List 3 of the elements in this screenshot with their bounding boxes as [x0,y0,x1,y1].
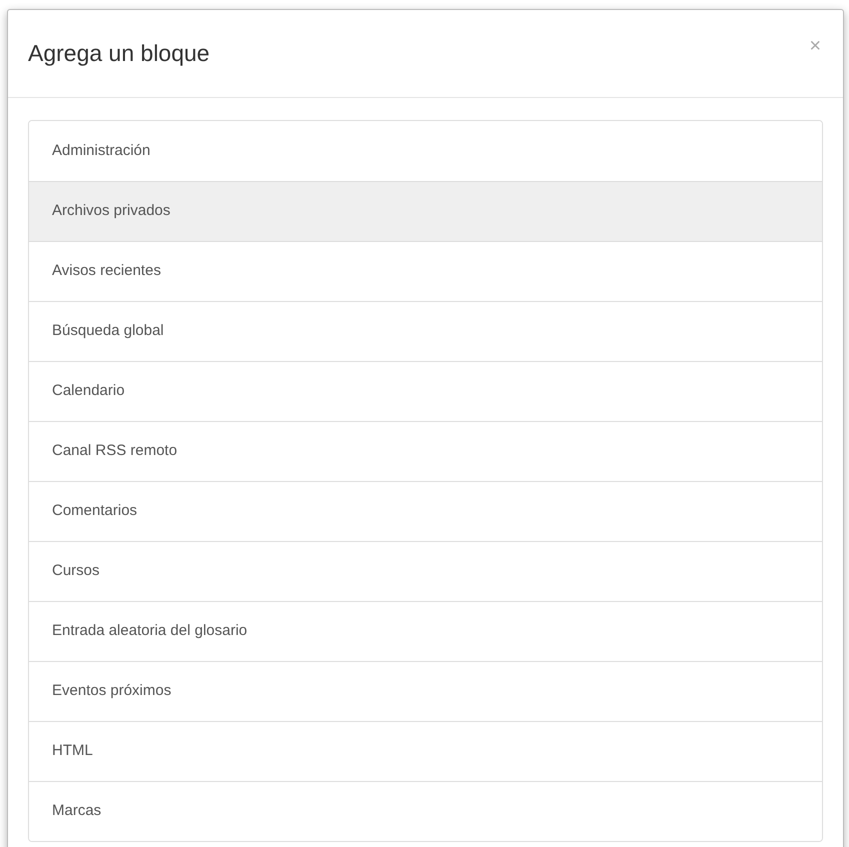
dialog-title: Agrega un bloque [28,39,210,68]
list-item[interactable]: Archivos privados [29,181,822,241]
list-item[interactable]: Marcas [29,781,822,841]
